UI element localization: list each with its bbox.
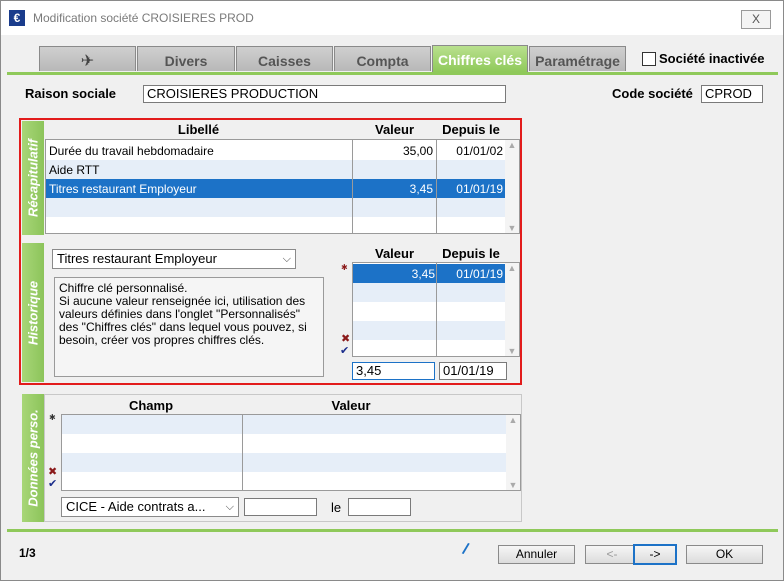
row-valeur: 3,45 [411,267,435,281]
raison-sociale-label: Raison sociale [25,86,117,101]
row-libelle: Durée du travail hebdomadaire [49,144,214,158]
scroll-up-icon[interactable]: ▲ [506,415,520,425]
row-libelle: Aide RTT [49,163,100,177]
prev-button[interactable]: <- [585,545,639,564]
col-divider [436,140,437,233]
row-depuis: 01/01/19 [456,267,503,281]
app-icon: € [9,10,25,26]
table-row[interactable] [62,453,506,472]
window-title: Modification société CROISIERES PROD [33,11,254,25]
perso-select-value: CICE - Aide contrats a... [66,499,206,514]
recap-scrollbar[interactable]: ▲ ▼ [505,140,519,233]
validate-icon[interactable]: ✔ [48,477,57,490]
col-libelle-header: Libellé [177,122,220,137]
next-button[interactable]: -> [633,544,677,565]
scroll-down-icon[interactable]: ▼ [505,223,519,233]
tab-compta[interactable]: Compta [334,46,431,71]
table-row[interactable] [353,283,505,302]
scroll-up-icon[interactable]: ▲ [505,140,519,150]
perso-grid: ▲ ▼ [61,414,521,491]
tab-caisses[interactable]: Caisses [236,46,333,71]
table-row[interactable] [353,340,505,359]
hist-valeur-input[interactable]: 3,45 [352,362,435,380]
scroll-up-icon[interactable]: ▲ [505,263,519,273]
col-valeur-header: Valeur [374,122,415,137]
table-row-selected[interactable]: 3,45 01/01/19 [353,264,505,283]
inactive-checkbox[interactable] [642,52,656,66]
perso-section-label: Données perso. [25,409,41,507]
code-societe-label: Code société [612,86,693,101]
table-row[interactable] [62,434,506,453]
dialog-window: € Modification société CROISIERES PROD X… [0,0,784,581]
title-bar: € Modification société CROISIERES PROD X [1,1,783,35]
row-depuis: 01/01/02 [456,144,503,158]
historique-grid: 3,45 01/01/19 ▲ ▼ [352,262,520,357]
hist-col-depuis-header: Depuis le [442,246,500,261]
hist-col-valeur-header: Valeur [374,246,415,261]
page-indicator: 1/3 [19,546,36,560]
tab-parametrage[interactable]: Paramétrage [529,46,626,71]
validate-icon[interactable]: ✔ [340,344,349,357]
recap-section-tab: Récapitulatif [22,121,44,235]
perso-col-valeur-header: Valeur [331,398,371,413]
raison-sociale-input[interactable]: CROISIERES PRODUCTION [143,85,506,103]
annuler-button[interactable]: Annuler [498,545,575,564]
scroll-down-icon[interactable]: ▼ [506,480,520,490]
perso-scrollbar[interactable]: ▲ ▼ [506,415,520,490]
chevron-down-icon: ⌵ [225,501,234,513]
historique-select-value: Titres restaurant Employeur [57,251,217,266]
hist-scrollbar[interactable]: ▲ ▼ [505,263,519,356]
historique-note: Chiffre clé personnalisé. Si aucune vale… [54,277,324,377]
tab-general[interactable]: ✈ [39,46,136,71]
historique-section-tab: Historique [22,243,44,382]
historique-note-text: Chiffre clé personnalisé. Si aucune vale… [59,281,307,347]
col-divider [436,263,437,356]
recap-section-label: Récapitulatif [25,138,41,218]
row-libelle: Titres restaurant Employeur [49,182,197,196]
new-row-icon[interactable]: ✱ [49,413,56,422]
perso-section-tab: Données perso. [22,394,44,522]
table-row[interactable] [353,321,505,340]
col-divider [242,415,243,490]
perso-value-input[interactable] [244,498,317,516]
hist-depuis-input[interactable]: 01/01/19 [439,362,507,380]
row-depuis: 01/01/19 [456,182,503,196]
col-divider [352,140,353,233]
scroll-down-icon[interactable]: ▼ [505,346,519,356]
pen-icon[interactable]: / [460,541,470,559]
table-row[interactable] [62,415,506,434]
le-label: le [331,500,342,515]
ok-button[interactable]: OK [686,545,763,564]
row-valeur: 35,00 [402,144,433,158]
historique-section-label: Historique [25,280,41,345]
inactive-label: Société inactivée [659,51,765,66]
chevron-down-icon: ⌵ [282,253,291,265]
perso-col-champ-header: Champ [128,398,174,413]
plane-icon: ✈ [80,53,95,70]
tab-divers[interactable]: Divers [137,46,235,71]
col-depuis-header: Depuis le [442,122,500,137]
table-row[interactable] [62,472,506,490]
tab-divider [7,72,778,75]
close-button[interactable]: X [741,10,771,29]
perso-date-input[interactable] [348,498,411,516]
historique-select[interactable]: Titres restaurant Employeur ⌵ [52,249,296,269]
perso-select[interactable]: CICE - Aide contrats a... ⌵ [61,497,239,517]
code-societe-input[interactable]: CPROD [701,85,763,103]
table-row[interactable] [353,302,505,321]
recap-grid: Durée du travail hebdomadaire 35,00 01/0… [45,139,520,234]
row-valeur: 3,45 [409,182,433,196]
new-row-icon[interactable]: ✱ [341,263,348,272]
tab-chiffres-cles[interactable]: Chiffres clés [432,45,528,72]
footer-divider [7,529,778,532]
